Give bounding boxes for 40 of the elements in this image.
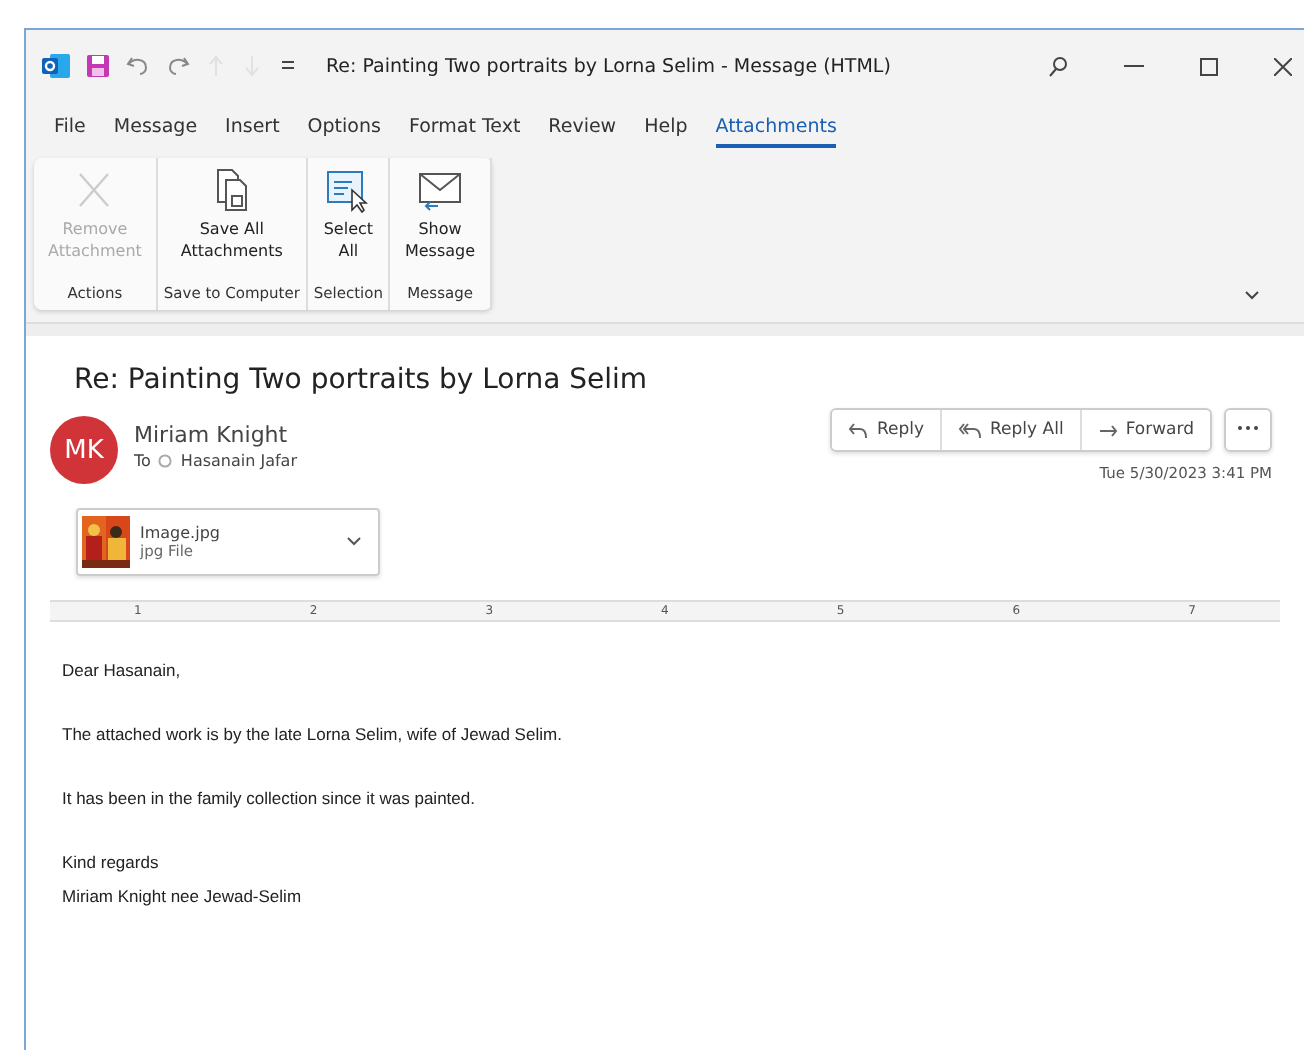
forward-icon: [1097, 421, 1118, 439]
reply-icon: [848, 421, 869, 439]
menu-tab[interactable]: File: [54, 109, 86, 147]
ribbon-button[interactable]: Save All Attachments: [172, 158, 291, 284]
menu-tab[interactable]: Insert: [225, 109, 280, 147]
minimize-icon[interactable]: [1124, 64, 1144, 68]
chevron-down-icon[interactable]: [1244, 290, 1260, 302]
message-subject: Re: Painting Two portraits by Lorna Selim: [74, 364, 650, 396]
window-title: Re: Painting Two portraits by Lorna Selim - Message (HTML): [326, 55, 891, 77]
redo-icon[interactable]: [166, 54, 190, 78]
chevron-down-icon[interactable]: [346, 536, 362, 548]
body-paragraph: It has been in the family collection since it was painted.: [62, 786, 477, 813]
body-paragraph: The attached work is by the late Lorna Selim, wife of Jewad Selim.: [62, 722, 564, 749]
search-icon[interactable]: [1048, 55, 1068, 77]
menu-tab[interactable]: Review: [548, 109, 617, 147]
action-button[interactable]: Reply: [832, 410, 941, 450]
menu-tab[interactable]: Attachments: [715, 109, 837, 147]
menu-tab[interactable]: Format Text: [408, 109, 521, 147]
menu-tab[interactable]: Message: [113, 109, 198, 147]
recipient-name[interactable]: Hasanain Jafar: [180, 452, 297, 470]
presence-icon: [158, 454, 173, 468]
avatar: MK: [50, 416, 118, 484]
undo-icon[interactable]: [126, 54, 150, 78]
outlook-icon[interactable]: [42, 52, 70, 80]
save-icon[interactable]: [86, 54, 110, 78]
menu-tab[interactable]: Options: [307, 109, 381, 147]
action-button[interactable]: Reply All: [940, 410, 1080, 450]
to-label: To: [134, 452, 151, 470]
body-paragraph: Kind regards Miriam Knight nee Jewad-Selim: [62, 850, 304, 910]
attachment-name: Image.jpg: [140, 524, 222, 542]
reply-all-icon: [958, 421, 983, 439]
maximize-icon[interactable]: [1200, 57, 1218, 75]
body-paragraph: Dear Hasanain,: [62, 658, 183, 684]
action-button[interactable]: Forward: [1079, 410, 1210, 450]
menu-tab[interactable]: Help: [644, 109, 688, 147]
ribbon-button[interactable]: Select All: [315, 158, 382, 284]
close-icon[interactable]: [1274, 57, 1292, 75]
select-cursor-icon: [324, 166, 373, 214]
sender-name[interactable]: Miriam Knight: [134, 422, 297, 448]
ribbon-button[interactable]: Show Message: [396, 158, 484, 284]
